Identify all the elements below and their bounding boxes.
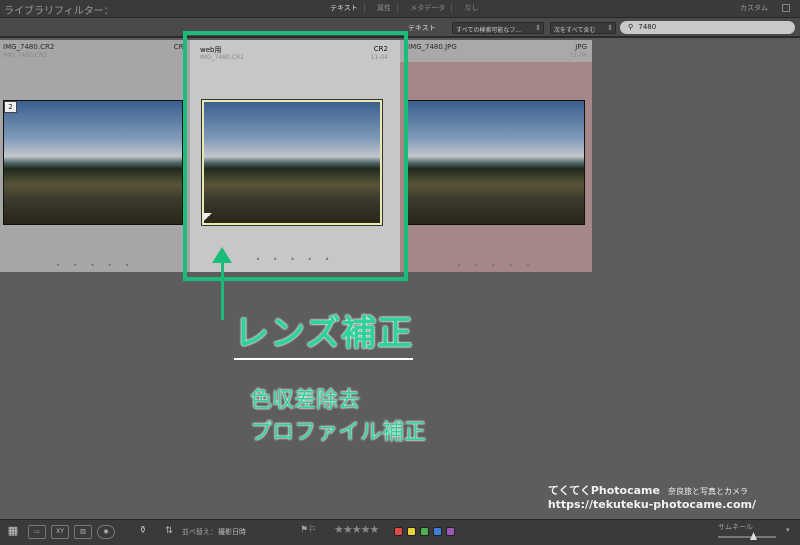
chevron-updown-icon: ⇕ bbox=[607, 24, 613, 32]
watermark-url: https://tekuteku-photocame.com/ bbox=[547, 498, 756, 511]
sort-label: 並べ替え： bbox=[182, 528, 217, 536]
people-view-icon[interactable]: ◉ bbox=[97, 525, 115, 539]
arrow-shaft bbox=[221, 258, 224, 320]
search-field-select[interactable]: すべての検索可能なフ... ⇕ bbox=[452, 22, 544, 34]
sort-select[interactable]: 撮影日時 bbox=[218, 527, 246, 537]
search-icon: ⚲ bbox=[628, 23, 634, 31]
search-field-select-value: すべての検索可能なフ... bbox=[456, 27, 522, 34]
compare-view-button[interactable]: XY bbox=[51, 525, 69, 539]
spray-can-icon[interactable]: ⚱ bbox=[134, 525, 152, 539]
cell-dots: • • • • • bbox=[55, 261, 135, 270]
cell-filename: IMG_7480.JPG bbox=[408, 43, 457, 51]
callout-line-2: プロファイル補正 bbox=[250, 420, 427, 445]
star-rating[interactable]: ★★★★★ bbox=[334, 523, 379, 536]
color-label-purple[interactable] bbox=[446, 527, 455, 536]
search-rule-select[interactable]: 次をすべて含む ⇕ bbox=[550, 22, 616, 34]
watermark-title-line: てくてくPhotocame 奈良旅と写真とカメラ bbox=[548, 482, 756, 498]
tab-attribute[interactable]: 属性 bbox=[377, 4, 399, 12]
search-rule-select-value: 次をすべて含む bbox=[554, 27, 596, 34]
flag-icon[interactable]: ⚑⚐ bbox=[300, 525, 316, 535]
cell-subtitle: IMG_7480.CR2 bbox=[3, 52, 47, 59]
highlight-frame bbox=[183, 31, 408, 281]
color-label-yellow[interactable] bbox=[407, 527, 416, 536]
library-filter-title: ライブラリフィルター： bbox=[4, 6, 114, 17]
watermark-tagline: 奈良旅と写真とカメラ bbox=[667, 487, 748, 496]
callout-details: 色収差除去 プロファイル補正 bbox=[250, 385, 426, 449]
loupe-view-icon[interactable]: ▭ bbox=[28, 525, 46, 539]
search-input[interactable]: ⚲ 7480 bbox=[620, 21, 795, 34]
watermark-title: てくてくPhotocame bbox=[547, 484, 660, 497]
grid-cell[interactable]: IMG_7480.JPG JPG 11-04 • • • • • bbox=[400, 40, 592, 272]
cell-dots: • • • • • bbox=[456, 261, 536, 270]
text-filter-label: テキスト bbox=[408, 24, 436, 32]
cell-filename: IMG_7480.CR2 bbox=[3, 43, 55, 51]
thumbnail-size-label: サムネール bbox=[718, 523, 753, 531]
color-label-green[interactable] bbox=[420, 527, 429, 536]
stack-count-badge[interactable]: 2 bbox=[4, 101, 17, 113]
color-label-red[interactable] bbox=[394, 527, 403, 536]
callout-main: レンズ補正 bbox=[234, 305, 414, 360]
grid-view-icon[interactable]: ▦ bbox=[4, 525, 22, 539]
tab-text[interactable]: テキスト bbox=[330, 4, 365, 12]
cell-extension: JPG bbox=[575, 43, 587, 51]
chevron-updown-icon: ⇕ bbox=[535, 24, 541, 32]
thumbnail-image[interactable] bbox=[3, 100, 183, 225]
bottom-toolbar: ▦ ▭ XY ▥ ◉ ⚱ ⇅ 並べ替え： 撮影日時 ⚑⚐ ★★★★★ サムネール… bbox=[0, 519, 800, 545]
library-filter-bar: ライブラリフィルター： テキスト 属性 メタデータ なし カスタム bbox=[0, 0, 800, 18]
callout-line-1: 色収差除去 bbox=[250, 388, 361, 413]
thumbnail-image[interactable] bbox=[405, 100, 585, 225]
watermark: てくてくPhotocame 奈良旅と写真とカメラ https://tekuteku… bbox=[548, 482, 756, 511]
tab-none[interactable]: なし bbox=[465, 4, 485, 12]
chevron-down-icon[interactable]: ▾ bbox=[786, 526, 790, 534]
filter-tabs: テキスト 属性 メタデータ なし bbox=[330, 3, 495, 13]
color-label-blue[interactable] bbox=[433, 527, 442, 536]
search-input-value: 7480 bbox=[638, 23, 657, 31]
sort-direction-icon[interactable]: ⇅ bbox=[160, 525, 178, 539]
survey-view-icon[interactable]: ▥ bbox=[74, 525, 92, 539]
tab-metadata[interactable]: メタデータ bbox=[410, 4, 453, 12]
filter-preset-dropdown[interactable]: カスタム bbox=[740, 3, 768, 13]
cell-header: IMG_7480.JPG JPG 11-04 bbox=[400, 40, 592, 62]
thumbnail-size-slider[interactable] bbox=[718, 536, 776, 538]
lock-icon[interactable] bbox=[782, 4, 790, 12]
grid-cell[interactable]: IMG_7480.CR2 IMG_7480.CR2 CR2 2 • • • • … bbox=[0, 40, 190, 272]
cell-date: 11-04 bbox=[569, 52, 587, 59]
